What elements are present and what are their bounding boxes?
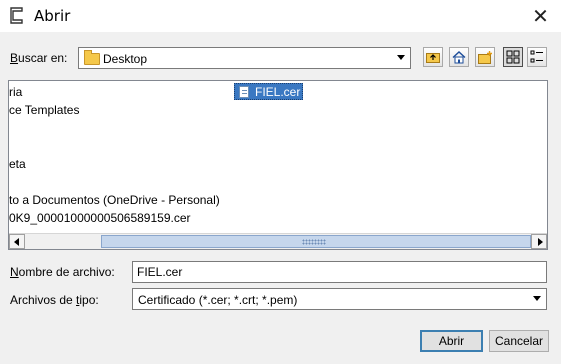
cancel-button[interactable]: Cancelar — [489, 330, 549, 352]
details-view-button[interactable] — [527, 47, 547, 67]
chevron-down-icon — [533, 296, 541, 301]
list-item[interactable]: ce Templates — [9, 102, 79, 118]
new-folder-button[interactable] — [475, 47, 495, 67]
arrow-right-icon — [538, 238, 543, 246]
list-view-icon — [506, 50, 520, 64]
filetype-dropdown[interactable]: Certificado (*.cer; *.crt; *.pem) — [132, 288, 547, 310]
list-item[interactable]: ria — [9, 84, 22, 100]
document-icon — [239, 86, 249, 98]
close-button[interactable]: ✕ — [520, 0, 561, 32]
grip-icon — [302, 239, 326, 245]
scrollbar-thumb[interactable] — [101, 235, 531, 248]
list-item[interactable]: to a Documentos (OneDrive - Personal) — [9, 192, 220, 208]
open-button[interactable]: Abrir — [420, 330, 483, 352]
window-title: Abrir — [34, 7, 71, 25]
list-item[interactable]: eta — [9, 156, 26, 172]
folder-up-icon — [426, 53, 440, 63]
home-icon — [452, 50, 466, 63]
list-item[interactable]: 0K9_00001000000506589159.cer — [9, 210, 191, 226]
home-button[interactable] — [449, 47, 469, 67]
scroll-left-button[interactable] — [9, 234, 25, 249]
details-view-icon — [530, 50, 543, 63]
close-icon: ✕ — [532, 4, 549, 28]
filename-input[interactable]: FIEL.cer — [132, 261, 547, 283]
look-in-value: Desktop — [103, 52, 148, 66]
arrow-left-icon — [14, 238, 19, 246]
folder-icon — [84, 50, 100, 65]
filetype-value: Certificado (*.cer; *.crt; *.pem) — [138, 293, 298, 307]
horizontal-scrollbar[interactable] — [9, 233, 547, 249]
look-in-label: Buscar en: — [10, 51, 68, 65]
window-app-icon — [10, 7, 23, 24]
look-in-dropdown[interactable]: Desktop — [78, 47, 411, 69]
filename-label: Nombre de archivo: — [10, 265, 115, 279]
selected-file-item[interactable]: FIEL.cer — [234, 83, 304, 100]
new-folder-icon — [477, 50, 492, 64]
up-folder-button[interactable] — [423, 47, 443, 67]
file-list[interactable]: ria ce Templates eta to a Documentos (On… — [8, 80, 548, 250]
scroll-right-button[interactable] — [531, 234, 547, 249]
filetype-label: Archivos de tipo: — [10, 293, 99, 307]
selected-file-label: FIEL.cer — [255, 85, 301, 99]
chevron-down-icon — [397, 55, 405, 60]
list-view-button[interactable] — [503, 47, 523, 67]
title-bar: Abrir ✕ — [0, 0, 561, 32]
